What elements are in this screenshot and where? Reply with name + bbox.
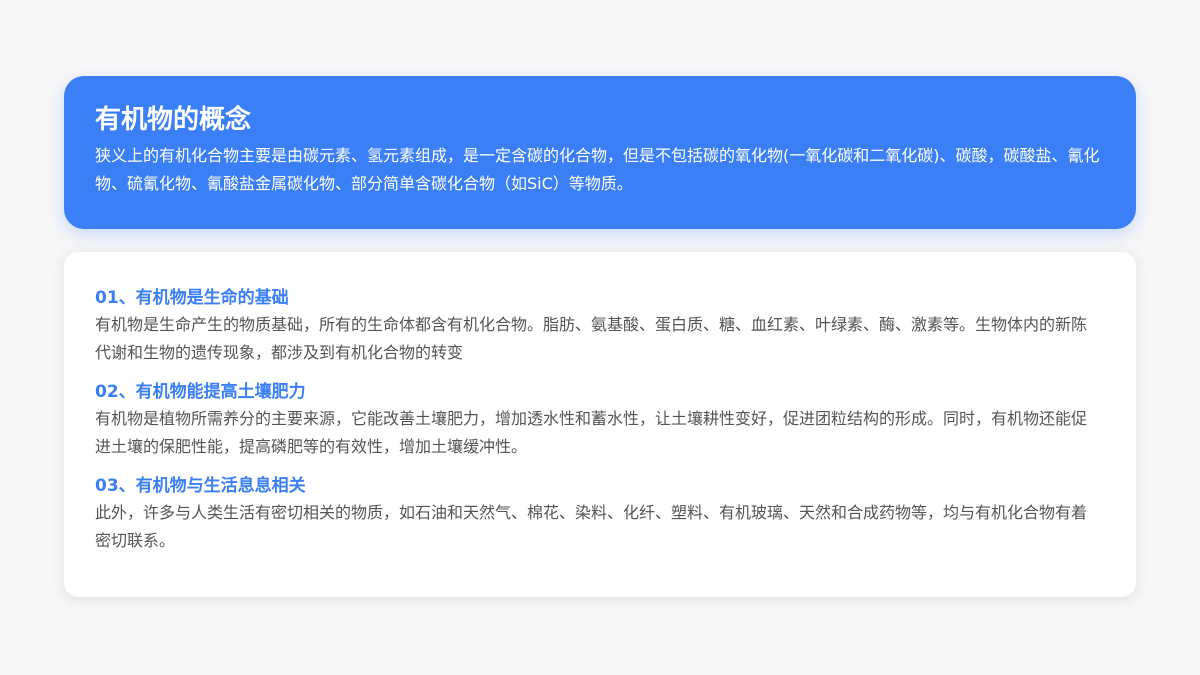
concept-banner: 有机物的概念 狭义上的有机化合物主要是由碳元素、氢元素组成，是一定含碳的化合物，… [64, 76, 1136, 229]
section-daily-life: 03、有机物与生活息息相关 此外，许多与人类生活有密切相关的物质，如石油和天然气… [95, 473, 1098, 555]
section-title: 03、有机物与生活息息相关 [95, 473, 1098, 499]
content-card: 01、有机物是生命的基础 有机物是生命产生的物质基础，所有的生命体都含有机化合物… [64, 252, 1136, 597]
banner-title: 有机物的概念 [95, 102, 1106, 138]
section-soil-fertility: 02、有机物能提高土壤肥力 有机物是植物所需养分的主要来源，它能改善土壤肥力，增… [95, 379, 1098, 461]
section-title: 01、有机物是生命的基础 [95, 285, 1098, 311]
section-text: 有机物是生命产生的物质基础，所有的生命体都含有机化合物。脂肪、氨基酸、蛋白质、糖… [95, 311, 1098, 367]
section-life-basis: 01、有机物是生命的基础 有机物是生命产生的物质基础，所有的生命体都含有机化合物… [95, 285, 1098, 367]
section-text: 此外，许多与人类生活有密切相关的物质，如石油和天然气、棉花、染料、化纤、塑料、有… [95, 499, 1098, 555]
section-text: 有机物是植物所需养分的主要来源，它能改善土壤肥力，增加透水性和蓄水性，让土壤耕性… [95, 405, 1098, 461]
banner-text: 狭义上的有机化合物主要是由碳元素、氢元素组成，是一定含碳的化合物，但是不包括碳的… [95, 142, 1106, 198]
section-title: 02、有机物能提高土壤肥力 [95, 379, 1098, 405]
